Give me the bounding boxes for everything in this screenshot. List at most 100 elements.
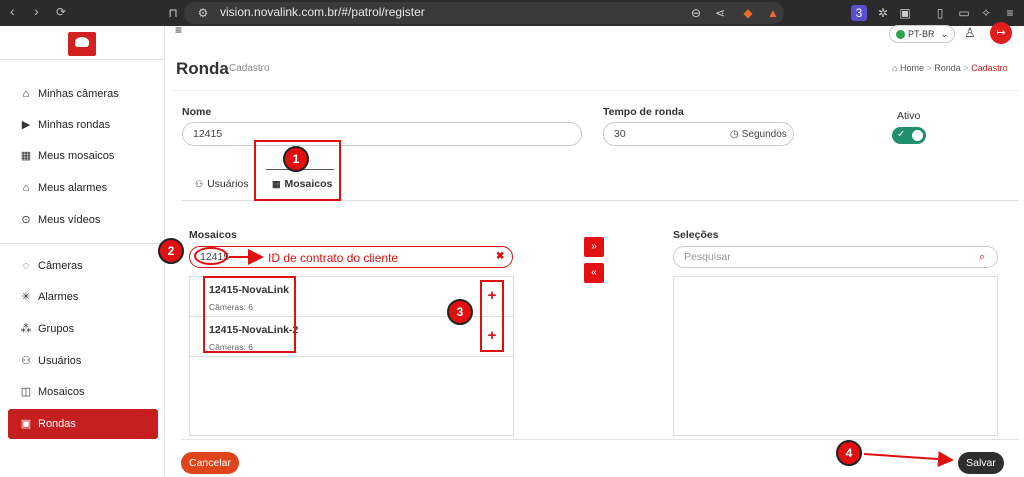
share-icon[interactable]: ⋖ xyxy=(712,5,728,21)
sidebar-divider xyxy=(0,243,165,244)
clock-icon: ◷ xyxy=(730,128,739,140)
name-label: Nome xyxy=(182,106,212,118)
sidebar-item-meus-alarmes[interactable]: ⌂ Meus alarmes xyxy=(8,173,158,203)
sidebar-item-label: Rondas xyxy=(38,418,76,430)
breadcrumb-separator: > xyxy=(963,63,969,73)
play-circle-icon: ⊙ xyxy=(21,214,31,226)
annotation-box-add xyxy=(480,280,504,352)
sidebar-item-label: Grupos xyxy=(38,323,75,335)
clear-icon[interactable]: ✖ xyxy=(496,251,504,262)
puzzle-icon[interactable]: ✲ xyxy=(875,5,891,21)
group-icon: ⁂ xyxy=(20,323,32,335)
annotation-note: ID de contrato do cliente xyxy=(268,251,399,265)
sidebar-item-grupos[interactable]: ⁂ Grupos xyxy=(8,314,158,344)
page-title: Ronda xyxy=(176,59,229,78)
users-icon: ⚇ xyxy=(195,178,204,189)
active-toggle[interactable]: ✓ xyxy=(892,127,926,144)
annotation-box-items xyxy=(203,276,296,353)
language-selector[interactable]: PT-BR ⌄ xyxy=(889,25,955,43)
reload-icon[interactable]: ⟳ xyxy=(56,5,66,19)
annotation-ellipse xyxy=(194,247,228,265)
save-button[interactable]: Salvar xyxy=(958,452,1004,474)
camera-icon: ◌ xyxy=(22,260,30,272)
annotation-marker-2: 2 xyxy=(158,238,184,264)
sidebar-item-rondas[interactable]: ▣ Rondas xyxy=(8,409,158,439)
tab-label: Usuários xyxy=(207,178,249,190)
active-label: Ativo xyxy=(897,110,921,122)
zoom-icon[interactable]: ⊖ xyxy=(688,5,704,21)
sidebar-item-label: Alarmes xyxy=(38,291,79,303)
chevron-down-icon: ⌄ xyxy=(940,28,949,39)
page-subtitle: Cadastro xyxy=(229,63,270,74)
time-unit: ◷ Segundos xyxy=(722,122,794,146)
wallet-icon[interactable]: ▭ xyxy=(956,5,972,21)
grid-icon: ▦ xyxy=(20,150,32,162)
selecoes-search-input[interactable]: Pesquisar xyxy=(673,246,998,268)
breadcrumb-separator: > xyxy=(926,63,932,73)
sidebar-item-minhas-rondas[interactable]: ▶ Minhas rondas xyxy=(8,110,158,140)
menu-icon[interactable]: ≡ xyxy=(1002,5,1018,21)
move-left-button[interactable]: « xyxy=(584,263,604,283)
back-icon[interactable]: ‹ xyxy=(10,3,15,19)
brave-shield-icon[interactable]: ◆ xyxy=(740,5,756,21)
mosaic-icon: ◫ xyxy=(20,386,32,398)
sidebar-item-label: Meus alarmes xyxy=(38,182,108,194)
browser-toolbar: ‹ › ⟳ ⊓ ⚙ vision.novalink.com.br/#/patro… xyxy=(0,0,1024,26)
sidebar-item-label: Câmeras xyxy=(38,260,83,272)
mosaicos-label: Mosaicos xyxy=(189,229,237,241)
cancel-button[interactable]: Cancelar xyxy=(181,452,239,474)
annotation-marker-1: 1 xyxy=(283,146,309,172)
breadcrumb-section[interactable]: Ronda xyxy=(934,63,961,73)
sidebar-item-cameras[interactable]: ◌ Câmeras xyxy=(8,251,158,281)
sidebar-item-minhas-cameras[interactable]: ⌂ Minhas câmeras xyxy=(8,79,158,109)
sidebar-item-label: Meus mosaicos xyxy=(38,150,115,162)
home-icon: ⌂ xyxy=(22,88,30,100)
extension-icon[interactable]: 3 xyxy=(851,5,867,21)
sidebar-item-label: Mosaicos xyxy=(38,386,85,398)
sidebar-toggle-icon[interactable]: ▯ xyxy=(932,5,948,21)
logout-icon[interactable]: ↦ xyxy=(990,22,1012,44)
time-unit-label: Segundos xyxy=(741,128,787,140)
breadcrumb-current: Cadastro xyxy=(971,63,1008,73)
url-text[interactable]: vision.novalink.com.br/#/patrol/register xyxy=(220,5,425,19)
check-icon: ✓ xyxy=(897,129,906,140)
flag-icon xyxy=(896,29,905,39)
breadcrumb: ⌂ Home > Ronda > Cadastro xyxy=(892,63,1008,73)
sidebar-item-mosaicos[interactable]: ◫ Mosaicos xyxy=(8,377,158,407)
site-info-icon[interactable]: ⚙ xyxy=(195,5,211,21)
annotation-marker-3: 3 xyxy=(447,299,473,325)
selecoes-list xyxy=(673,276,998,436)
time-input[interactable]: 30 xyxy=(603,122,723,146)
search-icon[interactable]: ⌕ xyxy=(979,251,985,264)
tab-usuarios[interactable]: ⚇ Usuários xyxy=(195,178,249,190)
sidebar-item-label: Minhas rondas xyxy=(38,119,111,131)
sidebar-item-label: Minhas câmeras xyxy=(38,88,119,100)
users-icon: ⚇ xyxy=(21,355,31,367)
home-icon: ⌂ xyxy=(892,63,898,73)
sidebar-item-meus-videos[interactable]: ⊙ Meus vídeos xyxy=(8,205,158,235)
annotation-marker-4: 4 xyxy=(836,440,862,466)
sidebar-item-usuarios[interactable]: ⚇ Usuários xyxy=(8,346,158,376)
breadcrumb-home[interactable]: Home xyxy=(900,63,924,73)
time-label: Tempo de ronda xyxy=(603,106,684,118)
patrol-icon: ▣ xyxy=(20,418,32,430)
sidebar-item-alarmes[interactable]: ✳ Alarmes xyxy=(8,282,158,312)
leo-icon[interactable]: ✧ xyxy=(978,5,994,21)
sidebar-item-label: Usuários xyxy=(38,355,82,367)
bookmark-icon[interactable]: ⊓ xyxy=(165,5,181,21)
brave-rewards-icon[interactable]: ▲ xyxy=(765,5,781,21)
sidebar-divider xyxy=(0,59,165,60)
hamburger-icon[interactable]: ≡ xyxy=(175,23,182,37)
language-label: PT-BR xyxy=(908,29,935,39)
footer-divider xyxy=(182,439,1018,440)
selecoes-label: Seleções xyxy=(673,229,719,241)
user-icon[interactable]: ♙ xyxy=(964,25,976,41)
name-input[interactable]: 12415 xyxy=(182,122,582,146)
forward-icon[interactable]: › xyxy=(34,3,39,19)
alarm-icon: ⌂ xyxy=(22,182,30,194)
brand-logo[interactable] xyxy=(68,32,96,56)
screenshot-icon[interactable]: ▣ xyxy=(897,5,913,21)
sidebar-item-meus-mosaicos[interactable]: ▦ Meus mosaicos xyxy=(8,141,158,171)
siren-icon: ✳ xyxy=(21,291,31,303)
move-right-button[interactable]: » xyxy=(584,237,604,257)
